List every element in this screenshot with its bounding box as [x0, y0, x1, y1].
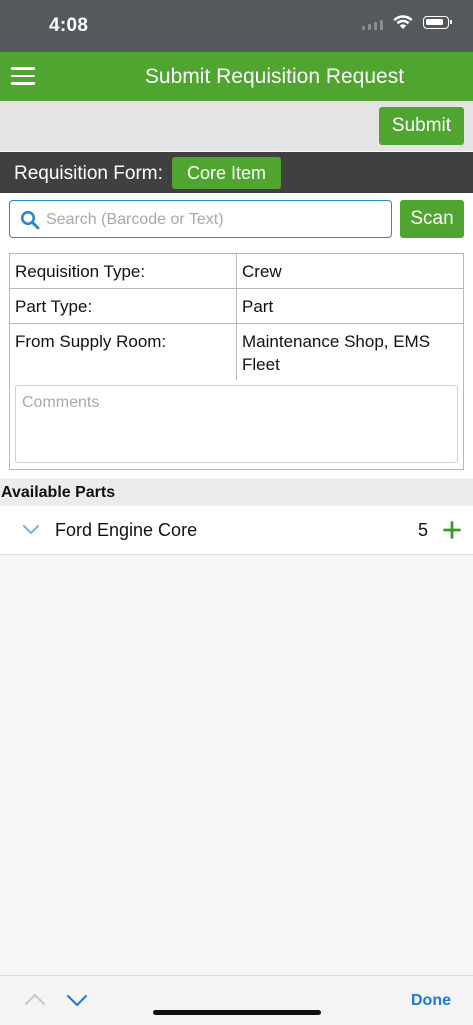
plus-icon[interactable] [443, 521, 461, 539]
keyboard-toolbar: Done [0, 975, 473, 1025]
detail-row-requisition-type: Requisition Type: Crew [9, 253, 464, 289]
chevron-down-icon[interactable] [22, 523, 40, 537]
comments-container [9, 380, 464, 470]
cellular-signal-icon [362, 16, 383, 30]
detail-label: From Supply Room: [9, 323, 237, 382]
comments-field[interactable] [15, 385, 458, 463]
search-box[interactable] [9, 200, 392, 239]
part-name: Ford Engine Core [55, 520, 198, 540]
requisition-form-bar: Requisition Form: Core Item [0, 152, 473, 193]
wifi-icon [393, 15, 413, 29]
status-icons [362, 15, 452, 30]
detail-row-supply-room: From Supply Room: Maintenance Shop, EMS … [9, 323, 464, 382]
requisition-details-table: Requisition Type: Crew Part Type: Part F… [9, 253, 464, 382]
done-button[interactable]: Done [411, 992, 451, 1010]
scan-button[interactable]: Scan [400, 200, 464, 238]
chevron-down-icon[interactable] [66, 994, 88, 1008]
app-header: Submit Requisition Request [0, 52, 473, 101]
requisition-form-label: Requisition Form: [14, 163, 163, 184]
available-parts-header: Available Parts [0, 479, 473, 506]
detail-label: Requisition Type: [9, 253, 237, 289]
list-item[interactable]: Ford Engine Core 5 [0, 506, 473, 555]
submit-button[interactable]: Submit [379, 107, 464, 145]
search-row: Scan [0, 193, 473, 245]
battery-icon [423, 16, 452, 29]
chevron-up-icon[interactable] [24, 992, 46, 1006]
status-bar: 4:08 [0, 0, 473, 52]
detail-value[interactable]: Crew [236, 253, 464, 289]
detail-value[interactable]: Part [236, 288, 464, 324]
part-quantity: 5 [417, 520, 428, 540]
page-title: Submit Requisition Request [144, 65, 405, 88]
search-input[interactable] [44, 201, 388, 239]
hamburger-menu-icon[interactable] [11, 67, 35, 85]
search-icon [20, 210, 40, 230]
submit-bar: Submit [0, 101, 473, 151]
requisition-details-panel: Requisition Type: Crew Part Type: Part F… [0, 245, 473, 478]
form-type-button[interactable]: Core Item [172, 157, 281, 189]
detail-label: Part Type: [9, 288, 237, 324]
detail-value[interactable]: Maintenance Shop, EMS Fleet [236, 323, 464, 382]
home-indicator [153, 1010, 321, 1015]
section-title: Available Parts [1, 484, 116, 501]
status-time: 4:08 [49, 15, 89, 36]
detail-row-part-type: Part Type: Part [9, 288, 464, 324]
